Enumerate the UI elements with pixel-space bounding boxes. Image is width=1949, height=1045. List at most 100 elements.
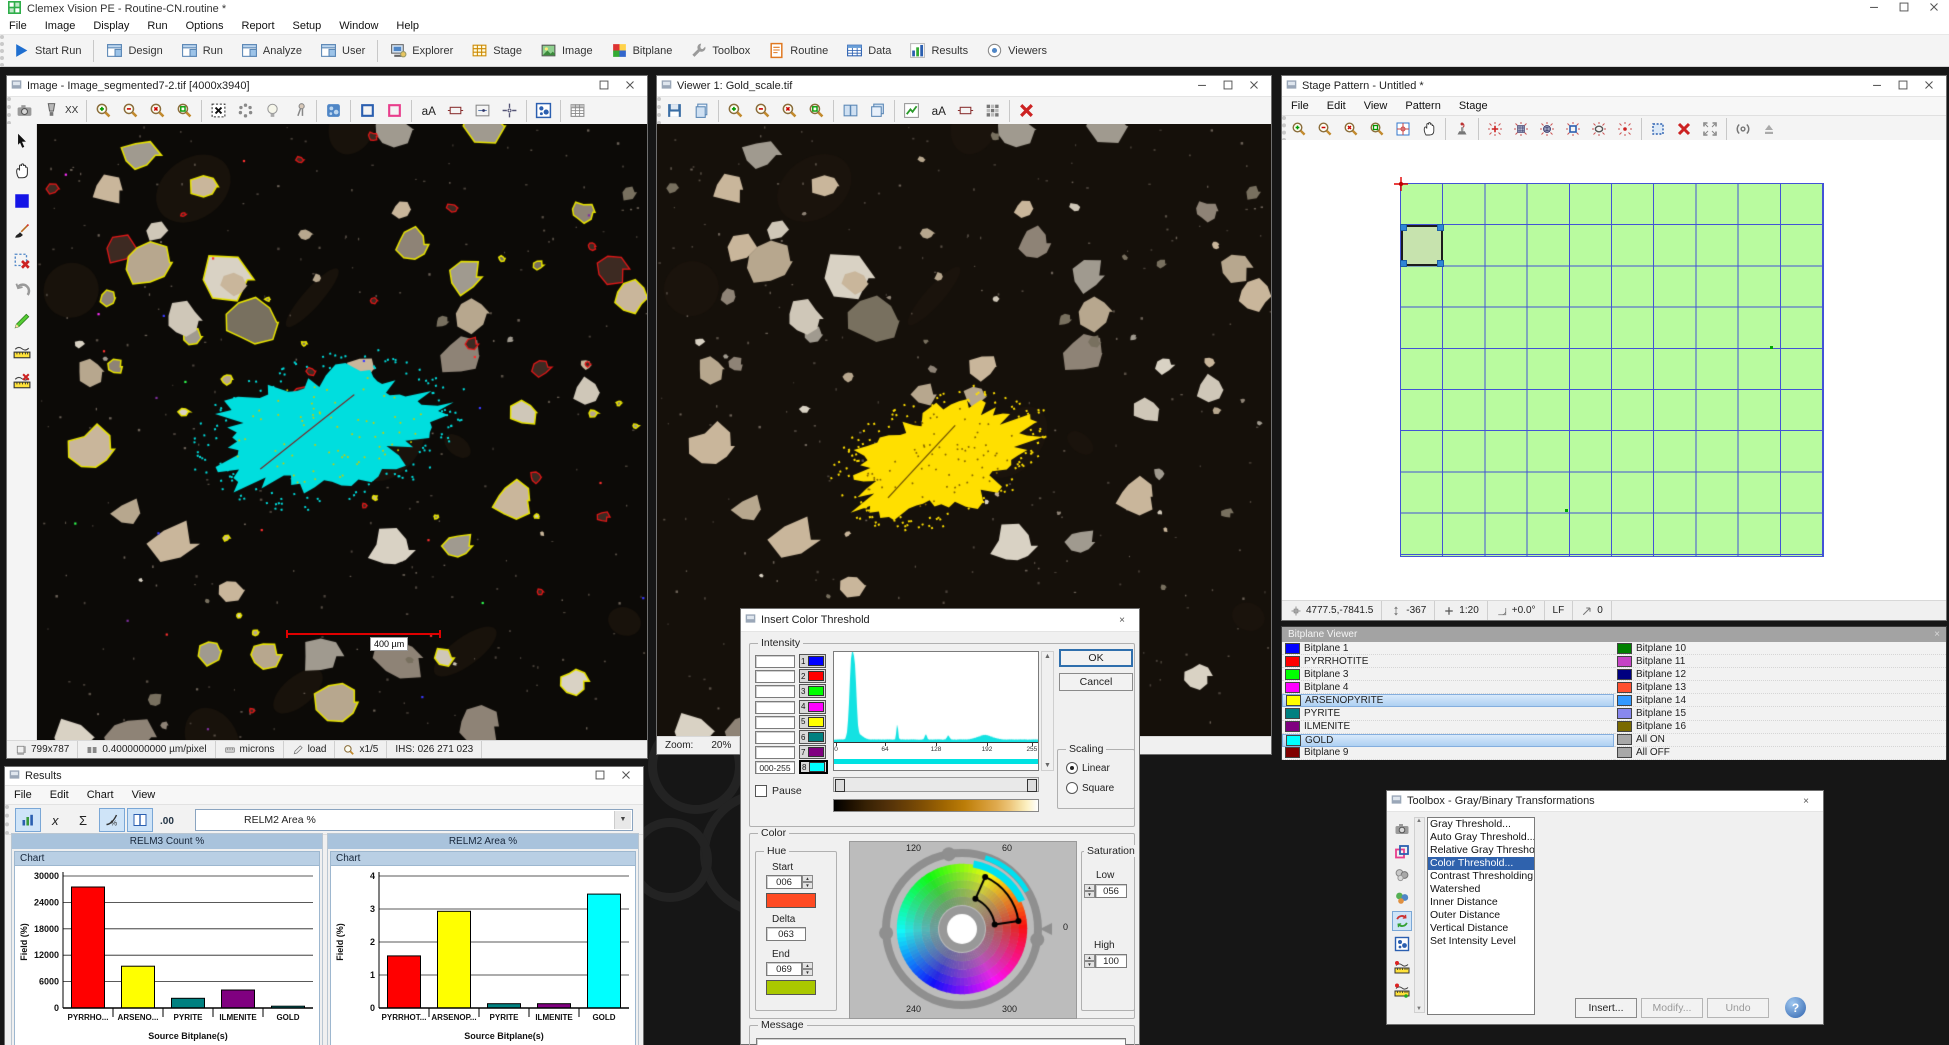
scroll-up-icon[interactable]: ▲ bbox=[1042, 653, 1053, 660]
radio-icon[interactable] bbox=[1066, 762, 1078, 774]
intensity-range-field-7[interactable] bbox=[755, 746, 795, 759]
fitwidth-button[interactable] bbox=[952, 98, 979, 124]
burst-globe-button[interactable] bbox=[1534, 116, 1560, 142]
micrograph-segmented[interactable]: 400 µm bbox=[37, 124, 647, 740]
spin-up-icon[interactable]: ▲ bbox=[1084, 884, 1095, 891]
square-radio[interactable]: Square bbox=[1066, 782, 1114, 794]
burst-cross-button[interactable] bbox=[1482, 116, 1508, 142]
dialog-titlebar[interactable]: Insert Color Threshold × bbox=[741, 609, 1139, 632]
stage-menu-pattern[interactable]: Pattern bbox=[1396, 100, 1449, 112]
toolbox-item[interactable]: Watershed bbox=[1428, 883, 1534, 896]
main-menu-report[interactable]: Report bbox=[233, 20, 284, 32]
results-window-titlebar[interactable]: Results bbox=[5, 767, 643, 786]
main-menu-run[interactable]: Run bbox=[138, 20, 176, 32]
expand-button[interactable] bbox=[1697, 116, 1723, 142]
main-menu-help[interactable]: Help bbox=[387, 20, 428, 32]
radio-icon[interactable] bbox=[1066, 782, 1078, 794]
select-x-button[interactable] bbox=[205, 98, 232, 124]
joystick-button[interactable] bbox=[1449, 116, 1475, 142]
close-icon[interactable] bbox=[1919, 0, 1949, 17]
bitplane-viewer-titlebar[interactable]: Bitplane Viewer × bbox=[1282, 627, 1946, 642]
toolbox-item[interactable]: Vertical Distance bbox=[1428, 922, 1534, 935]
pause-checkbox[interactable]: Pause bbox=[755, 785, 802, 797]
dot00-button[interactable]: .00 bbox=[155, 808, 181, 832]
bitplane-button[interactable]: Bitplane bbox=[602, 38, 682, 64]
intensity-range-field-1[interactable] bbox=[755, 655, 795, 668]
burst-dot-button[interactable] bbox=[1612, 116, 1638, 142]
toolbox-button[interactable]: Toolbox bbox=[681, 38, 759, 64]
results-menu-chart[interactable]: Chart bbox=[78, 789, 123, 801]
ruler-delete-tool[interactable] bbox=[13, 372, 31, 393]
main-menu-file[interactable]: File bbox=[0, 20, 36, 32]
table-split-button[interactable] bbox=[127, 808, 153, 832]
bitplane-item-gold[interactable]: GOLD bbox=[1282, 734, 1614, 747]
cancel-button[interactable]: Cancel bbox=[1059, 673, 1133, 691]
hue-delta-field[interactable]: 063 bbox=[766, 927, 806, 941]
close-icon[interactable]: × bbox=[1934, 629, 1940, 640]
results-button[interactable]: Results bbox=[900, 38, 977, 64]
main-menu-setup[interactable]: Setup bbox=[284, 20, 331, 32]
maximize-icon[interactable] bbox=[1215, 78, 1241, 95]
checkbox-icon[interactable] bbox=[755, 785, 767, 797]
bitplane-item-bitplane-13[interactable]: Bitplane 13 bbox=[1614, 681, 1946, 694]
bitplane-item-bitplane-3[interactable]: Bitplane 3 bbox=[1282, 668, 1614, 681]
bitplane-item-all-off[interactable]: All OFF bbox=[1614, 747, 1946, 760]
results-menu-file[interactable]: File bbox=[5, 789, 41, 801]
burst-table-button[interactable] bbox=[1508, 116, 1534, 142]
intensity-range-field-4[interactable] bbox=[755, 701, 795, 714]
grid-table-button[interactable] bbox=[564, 98, 591, 124]
grid-dark-button[interactable] bbox=[979, 98, 1006, 124]
sigma-button[interactable]: Σ bbox=[71, 808, 97, 832]
hand-button[interactable] bbox=[1416, 116, 1442, 142]
intensity-bitplane-button-6[interactable]: 6 bbox=[799, 730, 826, 744]
bitplane-item-bitplane-10[interactable]: Bitplane 10 bbox=[1614, 642, 1946, 655]
scroll-down-icon[interactable]: ▼ bbox=[1042, 762, 1053, 769]
intensity-bitplane-button-5[interactable]: 5 bbox=[799, 715, 826, 729]
chart-bars-button[interactable] bbox=[15, 808, 41, 832]
hand-tool[interactable] bbox=[13, 162, 31, 183]
toolbox-category-ruler-red[interactable] bbox=[1392, 957, 1412, 977]
toolbox-item[interactable]: Gray Threshold... bbox=[1428, 818, 1534, 831]
selected-stage-cell[interactable] bbox=[1401, 225, 1443, 266]
slider-handle-high[interactable] bbox=[1027, 779, 1037, 792]
intensity-bitplane-button-3[interactable]: 3 bbox=[799, 684, 826, 698]
bitplane-item-bitplane-14[interactable]: Bitplane 14 bbox=[1614, 694, 1946, 707]
bitplane-item-pyrite[interactable]: PYRITE bbox=[1282, 707, 1614, 720]
toolbox-operation-list[interactable]: Gray Threshold...Auto Gray Threshold...R… bbox=[1427, 817, 1535, 1015]
red-x-button[interactable] bbox=[1013, 98, 1040, 124]
close-icon[interactable] bbox=[613, 768, 639, 785]
bulb-button[interactable] bbox=[259, 98, 286, 124]
toolbox-category-refresh[interactable] bbox=[1392, 911, 1412, 931]
toolbox-item[interactable]: Inner Distance bbox=[1428, 896, 1534, 909]
spin-down-icon[interactable]: ▼ bbox=[1084, 891, 1095, 898]
fit-cross-button[interactable] bbox=[1390, 116, 1416, 142]
spin-up-icon[interactable]: ▲ bbox=[802, 875, 813, 882]
intensity-bitplane-button-2[interactable]: 2 bbox=[799, 669, 826, 683]
routine-button[interactable]: Routine bbox=[759, 38, 837, 64]
mag-minus-button[interactable] bbox=[117, 98, 144, 124]
close-icon[interactable]: × bbox=[1109, 615, 1135, 626]
undo-tool[interactable] bbox=[13, 282, 31, 303]
scroll-down-icon[interactable]: ▼ bbox=[1416, 1006, 1422, 1012]
bitplane-item-ilmenite[interactable]: ILMENITE bbox=[1282, 721, 1614, 734]
stage-canvas[interactable] bbox=[1282, 140, 1946, 600]
explorer-button[interactable]: Explorer bbox=[381, 38, 462, 64]
toolbox-item[interactable]: Color Threshold... bbox=[1428, 857, 1534, 870]
eject-button[interactable] bbox=[1756, 116, 1782, 142]
stage-button[interactable]: Stage bbox=[462, 38, 531, 64]
color-wheel[interactable] bbox=[850, 842, 1074, 1016]
maximize-icon[interactable] bbox=[1889, 0, 1919, 17]
bitplane-item-all-on[interactable]: All ON bbox=[1614, 734, 1946, 747]
arrow-tool[interactable] bbox=[13, 132, 31, 153]
text-aA-button[interactable]: aA bbox=[925, 98, 952, 124]
intensity-bitplane-button-7[interactable]: 7 bbox=[799, 745, 826, 759]
stage-menu-view[interactable]: View bbox=[1355, 100, 1397, 112]
start-run-button[interactable]: Start Run bbox=[4, 38, 90, 64]
split-button[interactable] bbox=[837, 98, 864, 124]
minimize-icon[interactable] bbox=[1859, 0, 1889, 17]
mag-fit-button[interactable] bbox=[171, 98, 198, 124]
panel-button[interactable] bbox=[469, 98, 496, 124]
mag-minus-button[interactable] bbox=[1312, 116, 1338, 142]
ruler-tool[interactable] bbox=[13, 342, 31, 363]
square-blue-button[interactable] bbox=[354, 98, 381, 124]
